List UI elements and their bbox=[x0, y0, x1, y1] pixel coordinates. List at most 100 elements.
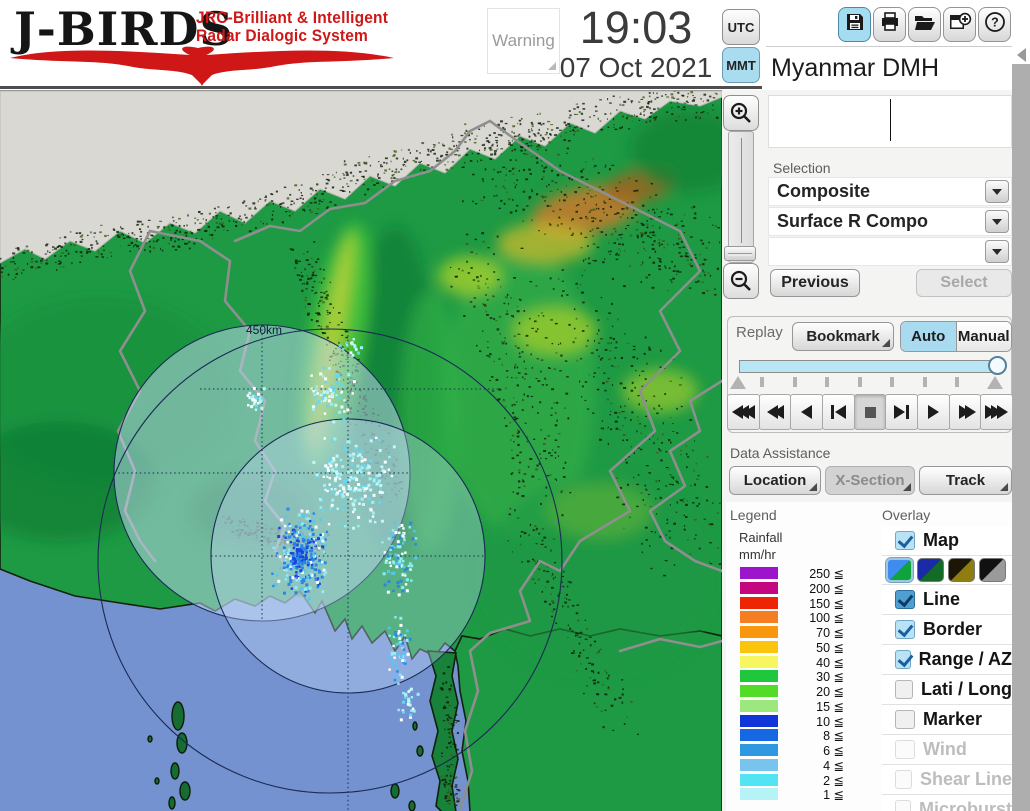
help-button[interactable]: ? bbox=[978, 7, 1011, 42]
open-folder-button[interactable] bbox=[908, 7, 941, 42]
timezone-utc-button[interactable]: UTC bbox=[722, 9, 760, 45]
overlay-item-map[interactable]: Map bbox=[882, 526, 1012, 556]
replay-slider-handle[interactable] bbox=[988, 356, 1007, 375]
map-style-2-button[interactable] bbox=[917, 558, 944, 582]
timeline-end-marker[interactable] bbox=[987, 376, 1003, 389]
checkbox[interactable] bbox=[895, 650, 914, 669]
auto-mode-button[interactable]: Auto bbox=[901, 322, 956, 351]
stop-button[interactable] bbox=[853, 394, 887, 430]
step-forward-button[interactable] bbox=[885, 394, 919, 430]
bookmark-button[interactable]: Bookmark bbox=[792, 322, 894, 351]
previous-button[interactable]: Previous bbox=[770, 269, 860, 297]
map-zoom-slider-track[interactable] bbox=[728, 131, 754, 263]
checkbox[interactable] bbox=[895, 800, 911, 811]
timeline-tick bbox=[922, 377, 927, 387]
overlay-item-shear-line[interactable]: Shear Line bbox=[882, 765, 1012, 795]
checkbox[interactable] bbox=[895, 740, 915, 759]
legend-threshold: 30 ≦ bbox=[816, 670, 844, 685]
play-backward-button[interactable] bbox=[790, 394, 824, 430]
select-button[interactable]: Select bbox=[916, 269, 1012, 297]
warning-button[interactable]: Warning bbox=[487, 8, 560, 74]
dropdown-arrow-button[interactable] bbox=[985, 180, 1009, 203]
caret-down-icon bbox=[992, 248, 1002, 255]
selection-dropdown-1[interactable]: Composite bbox=[768, 177, 1012, 206]
map-style-4-button[interactable] bbox=[979, 558, 1006, 582]
overlay-item-label: Lati / Long bbox=[921, 679, 1012, 699]
map-zoom-out-button[interactable] bbox=[723, 263, 759, 299]
timeline-tick bbox=[760, 377, 764, 387]
magnifier-minus-icon bbox=[730, 270, 751, 291]
x-section-button[interactable]: X-Section bbox=[825, 466, 915, 495]
checkbox[interactable] bbox=[895, 770, 912, 789]
checkbox[interactable] bbox=[895, 590, 915, 609]
checkbox[interactable] bbox=[895, 620, 915, 639]
checkmark-icon bbox=[897, 590, 914, 608]
legend-title-unit: mm/hr bbox=[739, 547, 776, 562]
timeline-tick bbox=[792, 377, 797, 387]
svg-text:?: ? bbox=[991, 16, 999, 30]
new-window-button[interactable] bbox=[943, 7, 976, 42]
dropdown-arrow-button[interactable] bbox=[985, 240, 1009, 263]
save-button[interactable] bbox=[838, 7, 871, 42]
legend-color-swatch bbox=[740, 581, 778, 594]
overlay-item-microburst[interactable]: Microburst bbox=[882, 795, 1012, 811]
j-birds-app: J-BIRDS JRC-Brilliant & Intelligent Rada… bbox=[0, 0, 1030, 811]
legend-threshold: 40 ≦ bbox=[816, 655, 844, 670]
overlay-item-wind[interactable]: Wind bbox=[882, 735, 1012, 765]
fast-rewind-button[interactable] bbox=[758, 394, 792, 430]
dropdown-arrow-button[interactable] bbox=[985, 210, 1009, 233]
legend-threshold: 20 ≦ bbox=[816, 685, 844, 699]
checkbox[interactable] bbox=[895, 710, 915, 729]
overlay-item-label: Border bbox=[923, 619, 983, 639]
legend-row: 30 ≦ bbox=[740, 669, 852, 685]
track-button[interactable]: Track bbox=[919, 466, 1012, 495]
open-folder-icon bbox=[913, 11, 937, 38]
legend-color-swatch bbox=[740, 640, 778, 653]
caret-down-icon bbox=[992, 188, 1002, 195]
header-rule bbox=[0, 86, 762, 89]
stop-icon bbox=[864, 406, 876, 418]
panel-collapse-button[interactable] bbox=[1012, 44, 1030, 66]
status-box-divider bbox=[890, 99, 891, 141]
radar-map[interactable]: 450km bbox=[0, 86, 752, 811]
replay-timeline-slider[interactable] bbox=[739, 360, 999, 373]
legend-row: 50 ≦ bbox=[740, 640, 852, 655]
timezone-mmt-button[interactable]: MMT bbox=[722, 47, 760, 83]
location-label: Location bbox=[743, 472, 807, 489]
legend-row: 100 ≦ bbox=[740, 610, 852, 625]
manual-mode-button[interactable]: Manual bbox=[956, 322, 1011, 351]
selection-dropdown-2[interactable]: Surface R Compo bbox=[768, 207, 1012, 236]
map-style-3-button[interactable] bbox=[948, 558, 975, 582]
map-style-1-button[interactable] bbox=[886, 558, 913, 582]
overlay-item-border[interactable]: Border bbox=[882, 615, 1012, 645]
track-label: Track bbox=[945, 472, 986, 489]
timeline-start-marker[interactable] bbox=[730, 376, 746, 389]
legend-threshold: 1 ≦ bbox=[823, 788, 844, 803]
selection-dropdown-3[interactable] bbox=[768, 237, 1012, 266]
map-zoom-in-button[interactable] bbox=[723, 95, 759, 131]
fastest-forward-button[interactable] bbox=[980, 394, 1014, 430]
legend-threshold: 8 ≦ bbox=[823, 729, 844, 744]
overlay-item-range-az[interactable]: Range / AZ bbox=[882, 645, 1012, 675]
x-section-label: X-Section bbox=[835, 472, 905, 489]
overlay-item-marker[interactable]: Marker bbox=[882, 705, 1012, 735]
location-button[interactable]: Location bbox=[729, 466, 821, 495]
checkbox[interactable] bbox=[895, 680, 914, 699]
legend-color-swatch bbox=[740, 567, 778, 579]
checkbox[interactable] bbox=[895, 531, 915, 550]
step-backward-button[interactable] bbox=[822, 394, 855, 430]
overlay-item-lati-long[interactable]: Lati / Long bbox=[882, 675, 1012, 705]
fastest-rewind-button[interactable] bbox=[727, 394, 760, 430]
replay-section-label: Replay bbox=[736, 324, 783, 341]
legend-color-swatch bbox=[740, 596, 778, 609]
timeline-tick bbox=[825, 377, 829, 387]
legend-threshold: 2 ≦ bbox=[823, 773, 844, 788]
dropdown-value: Surface R Compo bbox=[777, 211, 929, 231]
map-zoom-slider-handle[interactable] bbox=[724, 246, 756, 261]
print-button[interactable] bbox=[873, 7, 906, 42]
legend-row: 6 ≦ bbox=[740, 743, 852, 758]
play-forward-button[interactable] bbox=[917, 394, 950, 430]
overlay-item-line[interactable]: Line bbox=[882, 585, 1012, 615]
panel-edge-strip[interactable] bbox=[1012, 64, 1030, 811]
fast-forward-button[interactable] bbox=[948, 394, 982, 430]
